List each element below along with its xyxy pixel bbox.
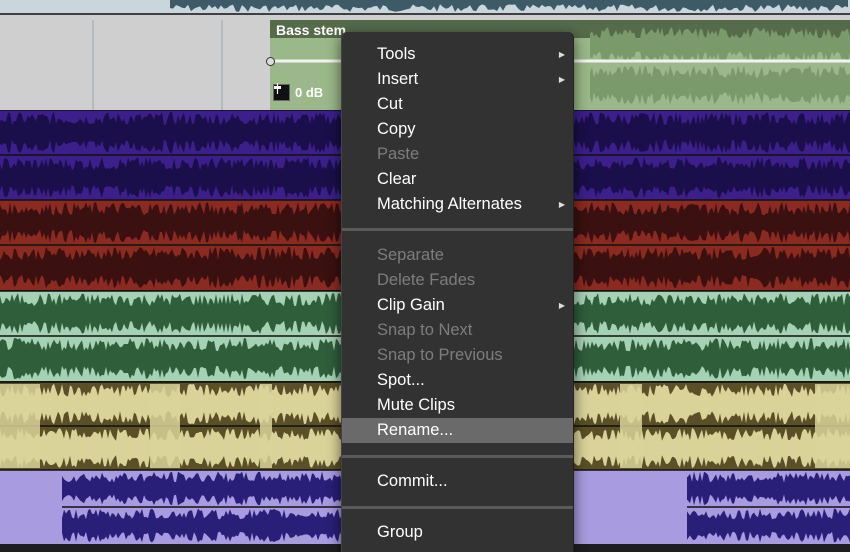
submenu-arrow-icon: ▶ [558,50,565,59]
menu-item-label: Clear [377,170,417,188]
menu-item-mute-clips[interactable]: Mute Clips [342,393,573,418]
clip-gain-handle[interactable] [266,57,275,66]
clip-gain-value: 0 dB [295,85,324,100]
menu-item-clip-gain[interactable]: Clip Gain ▶ [342,293,573,318]
menu-item-cut[interactable]: Cut [342,92,573,117]
menu-separator [342,455,573,458]
silent-region [572,472,687,544]
menu-item-paste: Paste [342,142,573,167]
waveform-peak-region [0,384,40,468]
menu-item-clear[interactable]: Clear [342,167,573,192]
menu-separator [342,228,573,231]
menu-item-group[interactable]: Group [342,520,573,545]
waveform-peak-region [260,384,272,468]
menu-item-label: Spot... [377,371,425,389]
menu-item-label: Tools [377,45,416,63]
waveform-peak-region [815,384,850,468]
menu-item-spot[interactable]: Spot... [342,368,573,393]
clip-name[interactable]: Bass stem [271,21,346,39]
menu-item-label: Matching Alternates [377,195,522,213]
menu-item-label: Snap to Next [377,321,473,339]
menu-item-label: Delete Fades [377,271,476,289]
menu-item-snap-to-next: Snap to Next [342,318,573,343]
context-menu: Tools ▶ Insert ▶ Cut Copy Paste Clear Matching A… [341,32,574,552]
menu-item-matching-alternates[interactable]: Matching Alternates ▶ [342,192,573,217]
menu-item-label: Mute Clips [377,396,455,414]
submenu-arrow-icon: ▶ [558,301,565,310]
fader-icon [273,83,290,101]
empty-region [0,20,270,110]
menu-item-label: Rename... [377,421,454,439]
menu-item-tools[interactable]: Tools ▶ [342,42,573,67]
silent-region [0,472,62,544]
menu-item-label: Separate [377,246,444,264]
menu-item-label: Clip Gain [377,296,445,314]
menu-item-snap-to-previous: Snap to Previous [342,343,573,368]
menu-item-label: Snap to Previous [377,346,503,364]
clip-gain-badge[interactable]: 0 dB [273,83,323,102]
menu-item-label: Insert [377,70,419,88]
menu-item-label: Commit... [377,472,448,490]
menu-item-label: Group [377,523,423,541]
menu-item-delete-fades: Delete Fades [342,268,573,293]
waveform-peak-region [150,384,180,468]
submenu-arrow-icon: ▶ [558,200,565,209]
menu-separator [342,506,573,509]
menu-item-rename[interactable]: Rename... [342,418,573,443]
waveform-peak-region [620,384,642,468]
menu-item-label: Cut [377,95,403,113]
menu-item-insert[interactable]: Insert ▶ [342,67,573,92]
menu-item-separate: Separate [342,243,573,268]
menu-item-commit[interactable]: Commit... [342,469,573,494]
submenu-arrow-icon: ▶ [558,75,565,84]
menu-item-label: Paste [377,145,420,163]
menu-item-copy[interactable]: Copy [342,117,573,142]
menu-item-label: Copy [377,120,416,138]
